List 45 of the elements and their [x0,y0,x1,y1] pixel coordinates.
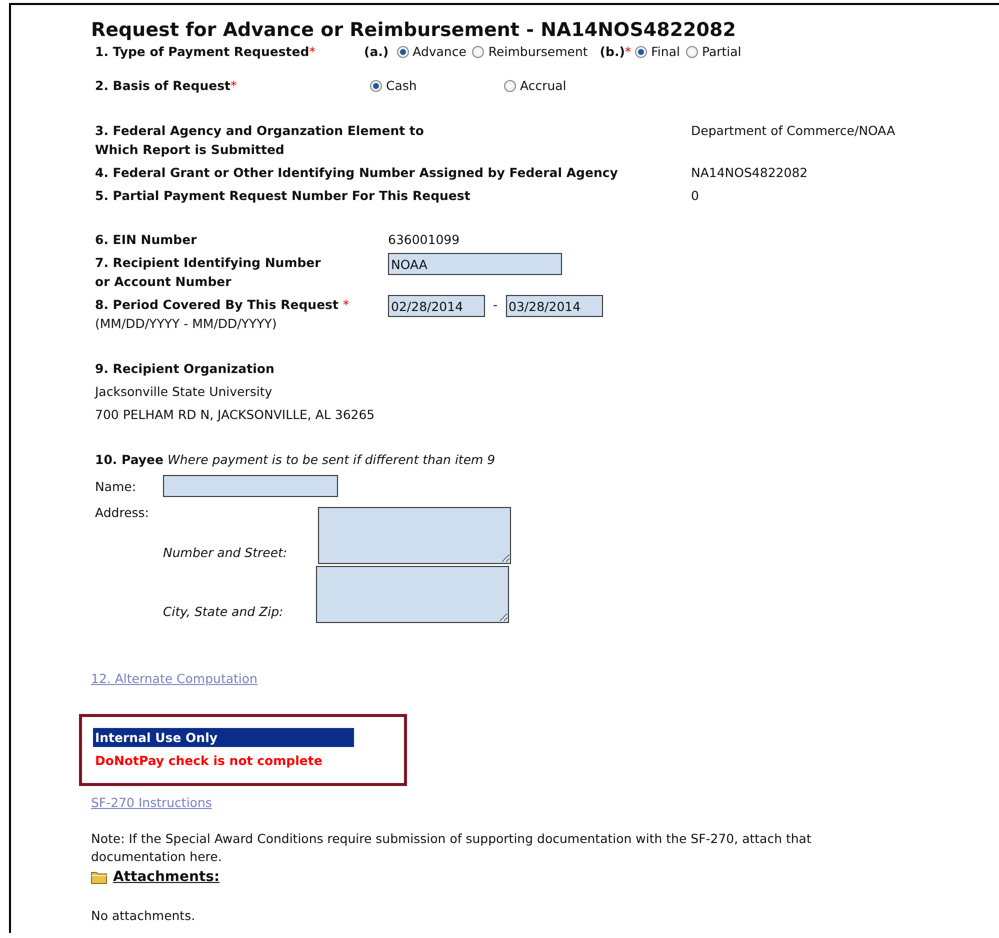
field-label: 5. Partial Payment Request Number For This Request [95,187,472,205]
field-value: 636001099 [388,231,461,249]
form-title: Request for Advance or Reimbursement - NA14NOS4822082 [91,18,737,42]
field-label: 3. Federal Agency and Organzation Element to Which Report is Submitted [95,122,425,159]
field-label: Name: [95,478,138,494]
field-value: Department of Commerce/NOAA [691,122,896,140]
attachments-heading[interactable]: Attachments: [113,868,220,887]
organization-address-line: Jacksonville State University [95,383,274,401]
field-label: 6. EIN Number [95,231,198,249]
panel-header: Internal Use Only [93,728,354,747]
field-label: 1. Type of Payment Requested* [95,43,316,61]
radio-option[interactable]: Accrual [504,76,632,95]
section-heading: 9. Recipient Organization [95,360,276,378]
empty-attachments-text: No attachments. [91,907,196,925]
warning-message: DoNotPay check is not complete [94,752,324,770]
city-state-zip-field[interactable] [316,566,509,623]
field-label: Number and Street: [163,544,288,562]
start-date-field[interactable]: 02/28/2014 [388,295,485,317]
instructions-link[interactable]: SF-270 Instructions [91,795,212,810]
radio-option[interactable]: Reimbursement [472,42,588,61]
organization-address-line: 700 PELHAM RD N, JACKSONVILLE, AL 36265 [95,406,376,424]
date-format-hint: (MM/DD/YYYY - MM/DD/YYYY) [95,315,278,333]
field-label: 4. Federal Grant or Other Identifying Number Assigned by Federal Agency [95,164,619,182]
radio-option[interactable]: Advance [396,42,466,61]
street-field[interactable] [318,507,511,564]
part-label: (a.) [364,43,389,61]
radio-option[interactable]: Cash [370,76,498,95]
account-number-field[interactable]: NOAA [388,253,562,275]
radio-option[interactable]: Partial [686,42,742,61]
note-text: Note: If the Special Award Conditions require submission of supporting documentation with the SF-270, attach that documentation here. [91,830,812,866]
field-label: 8. Period Covered By This Request * [95,296,350,314]
date-separator: - [493,296,498,314]
field-value: 0 [691,187,700,205]
radio-option[interactable]: Final [635,42,680,61]
folder-icon [91,871,107,884]
alternate-computation-link[interactable]: 12. Alternate Computation [91,671,258,686]
field-label: 7. Recipient Identifying Number or Account Number [95,254,322,291]
field-label: Address: [95,504,150,522]
part-label: (b.)* [600,43,632,61]
field-value: NA14NOS4822082 [691,164,809,182]
section-heading: 10. Payee Where payment is to be sent if different than item 9 [95,451,496,469]
end-date-field[interactable]: 03/28/2014 [506,295,603,317]
field-label: 2. Basis of Request* [95,77,238,95]
field-label: City, State and Zip: [163,603,284,621]
payee-name-field[interactable] [163,475,338,497]
